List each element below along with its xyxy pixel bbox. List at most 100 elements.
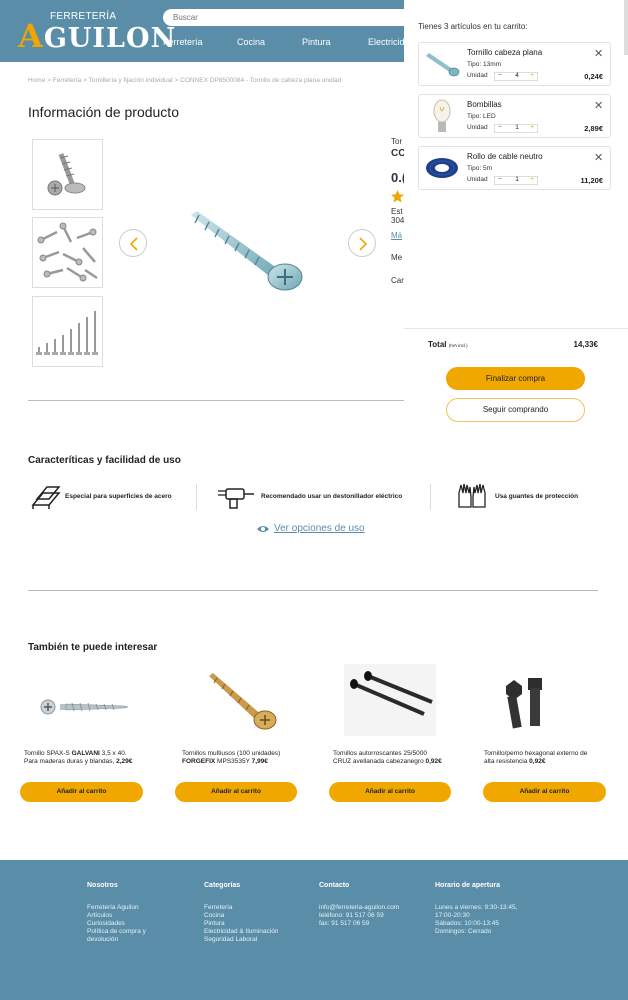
decrement-button[interactable]: − xyxy=(498,124,502,131)
footer-link-curiosidades[interactable]: Curiosidades xyxy=(87,920,125,928)
cart-total-value: 14,33€ xyxy=(573,340,598,349)
add-to-cart-button[interactable]: Añadir al carrito xyxy=(329,782,451,802)
cart-item-price: 11,20€ xyxy=(580,176,603,185)
add-to-cart-button[interactable]: Añadir al carrito xyxy=(483,782,606,802)
footer-hours-weekdays: Lunes a viernes: 9:30-13:45, xyxy=(435,904,518,911)
increment-button[interactable]: + xyxy=(530,72,534,79)
more-info-link[interactable]: Má xyxy=(391,231,402,240)
add-to-cart-button[interactable]: Añadir al carrito xyxy=(20,782,143,802)
scrollbar[interactable] xyxy=(624,0,628,55)
close-icon[interactable]: ✕ xyxy=(594,99,603,112)
footer-hours-sunday: Domingos: Cerrado xyxy=(435,928,492,935)
footer-link-politica[interactable]: Política de compra y xyxy=(87,928,146,936)
footer-heading-nosotros: Nosotros xyxy=(87,882,118,889)
footer-link-devolucion[interactable]: devolución xyxy=(87,936,118,944)
rec-image-hex-bolts xyxy=(506,678,542,729)
chevron-left-icon xyxy=(129,237,138,251)
footer-hours-saturday: Sábados: 10:00-13:45 xyxy=(435,920,499,927)
measure-label-fragment: Me xyxy=(391,253,403,262)
divider xyxy=(28,400,404,401)
checkout-button[interactable]: Finalizar compra xyxy=(446,367,585,390)
rec-image-black-screws xyxy=(344,664,436,736)
rec-item-1-price: 2,29€ xyxy=(116,758,133,765)
quantity-stepper[interactable]: − 4 + xyxy=(494,72,538,81)
quantity-stepper[interactable]: − 1 + xyxy=(494,176,538,185)
cart-divider xyxy=(404,328,628,329)
carousel-next-button[interactable] xyxy=(348,229,376,257)
thumbnail-1[interactable] xyxy=(32,139,103,210)
product-title-fragment: Tor xyxy=(391,137,403,146)
cart-title: Tienes 3 artículos en tu carrito: xyxy=(418,22,528,31)
logo[interactable]: AGUILON xyxy=(18,17,176,55)
usage-options-link[interactable]: Ver opciones de uso xyxy=(274,523,365,534)
close-icon[interactable]: ✕ xyxy=(594,151,603,164)
breadcrumb[interactable]: Home > Ferretería > Tornillería y fijaci… xyxy=(28,77,341,84)
screws-pile-image xyxy=(37,222,98,282)
quantity-stepper[interactable]: − 1 + xyxy=(494,124,538,133)
feature-label-steel: Especial para superficies de acero xyxy=(65,493,172,500)
continue-shopping-button[interactable]: Seguir comprando xyxy=(446,398,585,422)
footer-link-cocina[interactable]: Cocina xyxy=(204,912,224,920)
quantity-value: 4 xyxy=(515,72,519,79)
search-input[interactable] xyxy=(163,9,423,26)
cart-item-name: Rollo de cable neutro xyxy=(467,152,543,161)
thumbnail-2[interactable] xyxy=(32,217,103,288)
rec-item-2-text: Tornillos multiusos (100 unidades) FORGE… xyxy=(182,750,281,765)
add-to-cart-button[interactable]: Añadir al carrito xyxy=(175,782,297,802)
logo-initial: A xyxy=(18,17,44,55)
product-desc-fragment-2: 304 xyxy=(391,216,405,225)
nav-item-pintura[interactable]: Pintura xyxy=(302,37,331,47)
footer-link-seguridad[interactable]: Seguridad Laboral xyxy=(204,936,257,944)
cart-item-price: 2,89€ xyxy=(584,124,603,133)
product-desc-fragment: Est xyxy=(391,207,403,216)
screw-sizes-image xyxy=(36,311,98,355)
feature-separator xyxy=(196,484,197,510)
increment-button[interactable]: + xyxy=(530,124,534,131)
steel-surface-icon xyxy=(31,486,61,509)
cart-item-unit-label: Unidad xyxy=(467,176,488,183)
close-icon[interactable]: ✕ xyxy=(594,47,603,60)
footer-link-ferreteria[interactable]: Ferretería xyxy=(204,904,233,912)
footer-link-pintura[interactable]: Pintura xyxy=(204,920,225,928)
thumbnail-3[interactable] xyxy=(32,296,103,367)
screw-image xyxy=(47,153,86,196)
electric-screwdriver-icon xyxy=(218,488,254,509)
feature-separator xyxy=(430,484,431,510)
footer-contact-phone: teléfono: 91 517 06 59 xyxy=(319,912,384,919)
feature-label-gloves: Usa guantes de protección xyxy=(495,493,579,500)
increment-button[interactable]: + xyxy=(530,176,534,183)
logo-text: GUILON xyxy=(43,23,177,54)
footer-link-aguilon[interactable]: Ferretería Aguilon xyxy=(87,904,139,912)
cart-item-type: Tipo: LED xyxy=(467,113,496,120)
recommendations-heading: También te puede interesar xyxy=(28,642,158,653)
cart-item-unit-label: Unidad xyxy=(467,72,488,79)
footer-link-articulos[interactable]: Artículos xyxy=(87,912,112,920)
nav-item-cocina[interactable]: Cocina xyxy=(237,37,265,47)
rec-item-4-price: 0,92€ xyxy=(529,758,546,765)
rec-image-spax xyxy=(40,699,129,715)
product-main-image xyxy=(191,211,303,291)
nav-item-electricidad[interactable]: Electricid xyxy=(368,37,405,47)
star-icon xyxy=(391,190,404,203)
rec-item-1-text: Tornillo SPAX-S GALVANI 3,5 x 40. Para m… xyxy=(24,750,133,765)
decrement-button[interactable]: − xyxy=(498,72,502,79)
footer-contact-email[interactable]: info@ferreteria-aguilon.com xyxy=(319,904,399,912)
footer-heading-contacto: Contacto xyxy=(319,882,350,889)
cart-item-screw-image xyxy=(426,53,460,77)
footer-heading-categorias: Categorías xyxy=(204,882,241,889)
features-heading: Caracteríticas y facilidad de uso xyxy=(28,455,181,466)
divider xyxy=(28,590,598,591)
eye-icon xyxy=(257,526,269,532)
cart-item-type: Tipo: 13mm xyxy=(467,61,502,68)
cart-item-name: Bombillas xyxy=(467,100,502,109)
footer-hours-afternoon: 17:00-20:30 xyxy=(435,912,470,919)
footer-link-electricidad[interactable]: Electricidad & Iluminación xyxy=(204,928,278,936)
feature-label-screwdriver: Recomendado usar un destonillador eléctr… xyxy=(261,493,403,500)
vat-note: (IVA incl.) xyxy=(448,343,468,348)
quantity-value: 1 xyxy=(515,124,519,131)
nav-item-ferreteria[interactable]: Ferretería xyxy=(163,37,203,47)
decrement-button[interactable]: − xyxy=(498,176,502,183)
rec-item-3-price: 0,92€ xyxy=(425,758,442,765)
carousel-prev-button[interactable] xyxy=(119,229,147,257)
cart-item-cable-image xyxy=(426,158,458,178)
